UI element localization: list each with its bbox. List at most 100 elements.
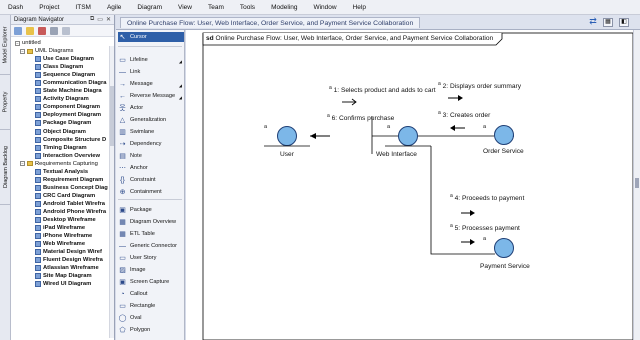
tab-diagram[interactable]: Online Purchase Flow: User, Web Interfac… (120, 17, 421, 28)
tree-diagram-item[interactable]: Package Diagram (11, 119, 114, 127)
palette-generic-connector[interactable]: — Generic Connector (118, 241, 184, 251)
palette-note[interactable]: ▤ Note (118, 151, 184, 161)
more-tools-icon[interactable]: ◢ (179, 95, 182, 100)
palette-etl-table[interactable]: ▦ ETL Table (118, 229, 184, 239)
message-6-arrow[interactable] (310, 133, 330, 139)
tree-diagram-item[interactable]: iPad Wireframe (11, 224, 114, 232)
message-6-label[interactable]: a 6: Confirms purchase (327, 113, 394, 122)
tree-diagram-item[interactable]: Interaction Overview (11, 152, 114, 160)
tree-diagram-item[interactable]: Composite Structure D (11, 136, 114, 144)
menu-window[interactable]: Window (305, 0, 344, 15)
tree-diagram-item[interactable]: Site Map Diagram (11, 272, 114, 280)
menu-project[interactable]: Project (31, 0, 67, 15)
palette-actor[interactable]: 웃 Actor (118, 103, 184, 113)
menu-view[interactable]: View (170, 0, 200, 15)
menu-agile[interactable]: Agile (99, 0, 129, 15)
message-2-label[interactable]: a 2: Displays order summary (438, 81, 521, 90)
menu-team[interactable]: Team (200, 0, 232, 15)
palette-package[interactable]: ▣ Package (118, 205, 184, 215)
tab-model-explorer[interactable]: Model Explorer (0, 15, 11, 75)
message-5-label[interactable]: a 5: Processes payment (450, 223, 520, 232)
palette-rectangle[interactable]: ▭ Rectangle (118, 301, 184, 311)
tree-diagram-item[interactable]: Timing Diagram (11, 144, 114, 152)
close-icon[interactable]: ✕ (106, 16, 111, 23)
tree-diagram-item[interactable]: Web Wireframe (11, 240, 114, 248)
palette-generalization[interactable]: △ Generalization (118, 115, 184, 125)
message-1-label[interactable]: a 1: Selects product and adds to cart (329, 85, 436, 94)
palette-constraint[interactable]: {} Constraint (118, 175, 184, 185)
tree-diagram-item[interactable]: State Machine Diagra (11, 87, 114, 95)
tree-diagram-item[interactable]: iPhone Wireframe (11, 232, 114, 240)
synchronize-icon[interactable]: ⇄ (588, 17, 598, 27)
minimize-icon[interactable]: ▭ (97, 16, 103, 23)
menu-tools[interactable]: Tools (232, 0, 263, 15)
tree-diagram-item[interactable]: Atlassian Wireframe (11, 264, 114, 272)
diagram-canvas[interactable]: sd Online Purchase Flow: User, Web Inter… (186, 30, 633, 340)
palette-user-story[interactable]: ▭ User Story (118, 253, 184, 263)
collapse-icon[interactable]: − (20, 48, 25, 54)
navigator-scrollbar[interactable] (109, 46, 114, 338)
tree-diagram-item[interactable]: Component Diagram (11, 103, 114, 111)
menu-diagram[interactable]: Diagram (129, 0, 170, 15)
palette-lifeline[interactable]: ▭ Lifeline ◢ (118, 55, 184, 65)
palette-dependency[interactable]: ⇢ Dependency (118, 139, 184, 149)
message-3-label[interactable]: a 3: Creates order (438, 110, 490, 119)
tree-diagram-item[interactable]: Wired UI Diagram (11, 280, 114, 288)
palette-containment[interactable]: ⊕ Containment (118, 187, 184, 197)
tree-diagram-item[interactable]: Sequence Diagram (11, 71, 114, 79)
tree-root[interactable]: − untitled (11, 39, 114, 47)
collapse-icon[interactable]: − (15, 40, 20, 46)
object-payment-service[interactable] (494, 238, 514, 258)
tab-property[interactable]: Property (0, 75, 11, 130)
menu-help[interactable]: Help (345, 0, 374, 15)
tree-diagram-item[interactable]: Material Design Wiref (11, 248, 114, 256)
tree-diagram-item[interactable]: Android Tablet Wirefra (11, 200, 114, 208)
tree-diagram-item[interactable]: Object Diagram (11, 128, 114, 136)
interaction-frame[interactable] (202, 32, 633, 340)
palette-message[interactable]: → Message ◢ (118, 79, 184, 89)
palette-oval[interactable]: ◯ Oval (118, 313, 184, 323)
palette-anchor[interactable]: ⋯ Anchor (118, 163, 184, 173)
tree-diagram-item[interactable]: Fluent Design Wirefra (11, 256, 114, 264)
more-tools-icon[interactable]: ◢ (179, 83, 182, 88)
message-4-arrow[interactable] (461, 210, 475, 216)
message-5-arrow[interactable] (461, 239, 475, 245)
menu-itsm[interactable]: ITSM (67, 0, 99, 15)
object-order-service[interactable] (494, 125, 514, 145)
menu-dash[interactable]: Dash (0, 0, 31, 15)
diagram-view-icon[interactable]: ▦ (603, 18, 613, 27)
tree-diagram-item[interactable]: Textual Analysis (11, 168, 114, 176)
palette-image[interactable]: ▨ Image (118, 265, 184, 275)
tree-folder[interactable]: − UML Diagrams (11, 47, 114, 55)
message-3-arrow[interactable] (450, 125, 465, 131)
tree-diagram-item[interactable]: Desktop Wireframe (11, 216, 114, 224)
palette-link[interactable]: — Link (118, 67, 184, 77)
message-4-label[interactable]: a 4: Proceeds to payment (450, 193, 524, 202)
tree-diagram-item[interactable]: Business Concept Diag (11, 184, 114, 192)
layout-icon[interactable]: ◧ (619, 18, 629, 27)
palette-callout[interactable]: ◔ Callout (118, 289, 184, 299)
message-1-arrow[interactable] (342, 98, 357, 106)
more-tools-icon[interactable]: ◢ (179, 59, 182, 64)
navigator-scroll-thumb[interactable] (110, 86, 114, 146)
collapse-icon[interactable]: − (20, 161, 25, 167)
canvas-vertical-scrollbar[interactable] (633, 30, 640, 340)
tree-diagram-item[interactable]: Communication Diagra (11, 79, 114, 87)
tree-diagram-item[interactable]: Requirement Diagram (11, 176, 114, 184)
tree-diagram-item[interactable]: Deployment Diagram (11, 111, 114, 119)
tree-diagram-item[interactable]: Use Case Diagram (11, 55, 114, 63)
palette-reverse-message[interactable]: ← Reverse Message ◢ (118, 91, 184, 101)
palette-screen-capture[interactable]: ▣ Screen Capture (118, 277, 184, 287)
canvas-scroll-grip[interactable] (635, 178, 639, 188)
palette-polygon[interactable]: ⬠ Polygon (118, 325, 184, 335)
tab-diagram-backlog[interactable]: Diagram Backlog (0, 130, 11, 205)
palette-cursor[interactable]: ↖ Cursor (118, 32, 184, 42)
message-2-arrow[interactable] (448, 95, 463, 101)
menu-modeling[interactable]: Modeling (263, 0, 305, 15)
filter-icon[interactable] (38, 26, 46, 35)
object-user[interactable] (264, 126, 310, 147)
tree-diagram-item[interactable]: Class Diagram (11, 63, 114, 71)
navigator-menu-icon[interactable] (62, 26, 70, 35)
expand-icon[interactable] (50, 26, 58, 35)
tree-diagram-item[interactable]: CRC Card Diagram (11, 192, 114, 200)
